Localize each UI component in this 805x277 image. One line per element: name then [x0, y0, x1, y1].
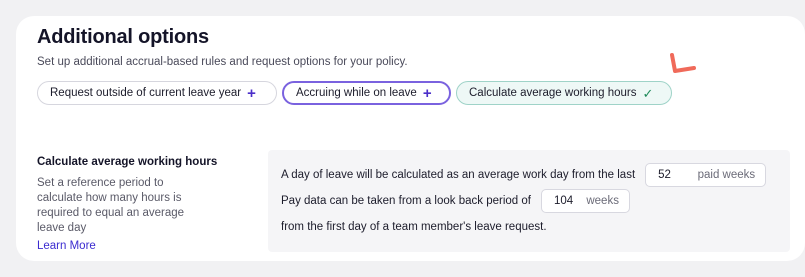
learn-more-link[interactable]: Learn More	[37, 240, 96, 252]
annotation-check-mark-icon	[670, 53, 696, 73]
lookback-row: Pay data can be taken from a look back p…	[281, 189, 630, 213]
chip-label: Request outside of current leave year	[50, 87, 242, 99]
paid-weeks-value: 52	[658, 169, 671, 181]
request-outside-leave-year-chip[interactable]: Request outside of current leave year +	[37, 81, 277, 105]
paid-weeks-text: A day of leave will be calculated as an …	[281, 169, 636, 181]
page-title: Additional options	[37, 26, 209, 48]
lookback-note-row: from the first day of a team member's le…	[281, 218, 547, 236]
plus-icon: +	[422, 84, 432, 102]
lookback-unit: weeks	[586, 195, 619, 207]
chip-label: Calculate average working hours	[469, 87, 637, 99]
calculate-average-working-hours-chip[interactable]: Calculate average working hours ✓	[456, 81, 672, 105]
section-title: Calculate average working hours	[37, 156, 218, 168]
paid-weeks-unit: paid weeks	[697, 169, 756, 181]
lookback-weeks-input[interactable]: 104 weeks	[540, 189, 630, 213]
lookback-value: 104	[553, 195, 574, 207]
check-icon: ✓	[642, 85, 654, 101]
lookback-note-text: from the first day of a team member's le…	[281, 221, 547, 233]
chip-label: Accruing while on leave	[296, 87, 417, 99]
accruing-while-on-leave-chip[interactable]: Accruing while on leave +	[282, 81, 451, 105]
paid-weeks-input[interactable]: 52 paid weeks	[645, 163, 767, 187]
page-subtitle: Set up additional accrual-based rules an…	[37, 56, 408, 68]
paid-weeks-row: A day of leave will be calculated as an …	[281, 163, 767, 187]
lookback-text: Pay data can be taken from a look back p…	[281, 195, 531, 207]
plus-icon: +	[247, 84, 256, 102]
section-description: Set a reference period to calculate how …	[37, 177, 185, 234]
